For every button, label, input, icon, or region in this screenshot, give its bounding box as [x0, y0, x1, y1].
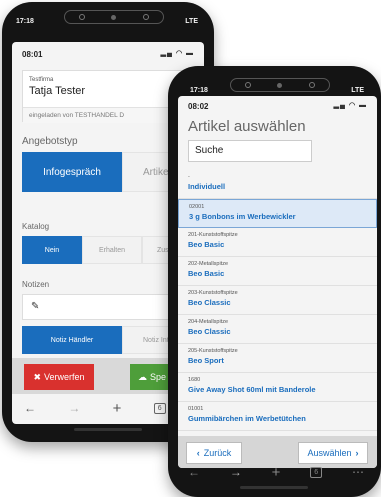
tabs-icon[interactable]: 6: [153, 402, 166, 414]
status-time: 08:02: [188, 102, 209, 111]
sensor-icon: [245, 82, 251, 88]
article-code: 203-Kunststoffspitze: [188, 290, 238, 296]
back-arrow-icon[interactable]: ←: [188, 465, 200, 479]
app-status-bar: 08:02 ▂▄ ◠ ▬: [178, 96, 377, 112]
cloud-upload-icon: ☁: [138, 371, 147, 382]
status-time: 08:01: [22, 50, 43, 59]
list-item[interactable]: 01001 Gummibärchen im Werbetütchen: [178, 402, 377, 431]
list-item[interactable]: 203-Kunststoffspitze Beo Classic: [178, 286, 377, 315]
catalog-label: Katalog: [22, 222, 50, 231]
camera-icon: [277, 83, 282, 88]
article-code: 02001: [189, 204, 205, 210]
offer-type-option-infogespraech[interactable]: Infogespräch: [22, 152, 122, 192]
article-code: 01001: [188, 406, 204, 412]
list-item[interactable]: 204-Metallspitze Beo Classic: [178, 315, 377, 344]
signal-wifi-battery-icon: ▂▄ ◠ ▬: [160, 50, 194, 57]
page-title: Artikel auswählen: [188, 118, 306, 135]
select-button[interactable]: Auswählen ›: [298, 442, 368, 464]
system-time: 17:18: [16, 18, 34, 25]
notes-label: Notizen: [22, 280, 50, 289]
phone-article-picker: 17:18 LTE 08:02 ▂▄ ◠ ▬ Artikel auswählen…: [168, 66, 381, 497]
discard-button[interactable]: ✖ Verwerfen: [24, 364, 94, 390]
sensor-icon: [143, 14, 149, 20]
home-indicator: [240, 486, 308, 489]
article-code: -: [188, 174, 190, 180]
article-name: Beo Sport: [188, 356, 224, 365]
forward-arrow-icon[interactable]: →: [230, 465, 242, 479]
chevron-left-icon: ‹: [196, 448, 200, 458]
browser-toolbar: ← → + 6 ⋯: [188, 464, 364, 481]
article-name: Beo Basic: [188, 240, 225, 249]
article-name: Beo Classic: [188, 327, 231, 336]
more-icon[interactable]: ⋯: [352, 465, 364, 479]
article-name: Beo Basic: [188, 269, 225, 278]
list-item[interactable]: 205-Kunststoffspitze Beo Sport: [178, 344, 377, 373]
article-code: 202-Metallspitze: [188, 261, 229, 267]
offer-type-label: Angebotstyp: [22, 136, 78, 147]
system-time: 17:18: [190, 87, 208, 94]
sensor-icon: [79, 14, 85, 20]
article-name: 3 g Bonbons im Werbewickler: [189, 212, 296, 221]
forward-arrow-icon[interactable]: →: [68, 401, 80, 415]
list-item[interactable]: 1680 Give Away Shot 60ml mit Banderole: [178, 373, 377, 402]
network-indicator: LTE: [351, 87, 364, 94]
home-indicator: [74, 428, 142, 431]
back-label: Zurück: [203, 448, 232, 458]
article-name: Beo Classic: [188, 298, 231, 307]
article-code: 204-Metallspitze: [188, 319, 229, 325]
network-indicator: LTE: [185, 18, 198, 25]
new-tab-icon[interactable]: +: [113, 400, 122, 417]
list-item-selected[interactable]: 02001 3 g Bonbons im Werbewickler: [178, 199, 377, 228]
article-code: 201-Kunststoffspitze: [188, 232, 238, 238]
catalog-option-erhalten[interactable]: Erhalten: [82, 236, 142, 264]
save-label: Spe: [150, 372, 167, 382]
catalog-option-nein[interactable]: Nein: [22, 236, 82, 264]
phone-notch: [64, 10, 164, 24]
notes-option-haendler[interactable]: Notiz Händler: [22, 326, 122, 354]
list-item[interactable]: - Individuell: [178, 170, 377, 199]
company-label: Testfirma: [29, 77, 54, 83]
customer-name: Tatja Tester: [29, 85, 86, 97]
article-list: - Individuell 02001 3 g Bonbons im Werbe…: [178, 170, 377, 431]
phone-notch: [230, 78, 330, 92]
chevron-right-icon: ›: [355, 448, 359, 458]
article-name: Gummibärchen im Werbetütchen: [188, 414, 306, 423]
article-name: Give Away Shot 60ml mit Banderole: [188, 385, 316, 394]
sensor-icon: [309, 82, 315, 88]
back-button[interactable]: ‹ Zurück: [186, 442, 242, 464]
article-code: 205-Kunststoffspitze: [188, 348, 238, 354]
pencil-icon: ✎: [31, 301, 40, 312]
article-name: Individuell: [188, 182, 226, 191]
close-icon: ✖: [33, 371, 41, 382]
app-status-bar: 08:01 ▂▄ ◠ ▬: [12, 42, 204, 66]
select-label: Auswählen: [307, 448, 352, 458]
discard-label: Verwerfen: [44, 372, 85, 382]
back-arrow-icon[interactable]: ←: [24, 401, 36, 415]
tabs-icon[interactable]: 6: [310, 466, 323, 478]
article-code: 1680: [188, 377, 201, 383]
list-item[interactable]: 202-Metallspitze Beo Basic: [178, 257, 377, 286]
camera-icon: [111, 15, 116, 20]
new-tab-icon[interactable]: +: [272, 464, 281, 481]
app-showcase: 17:18 LTE 08:01 ▂▄ ◠ ▬ Testfirma Tatja T…: [0, 0, 381, 497]
article-picker-screen: 08:02 ▂▄ ◠ ▬ Artikel auswählen Suche - I…: [178, 96, 377, 468]
signal-wifi-battery-icon: ▂▄ ◠ ▬: [333, 102, 367, 109]
search-input[interactable]: Suche: [188, 140, 312, 162]
list-item[interactable]: 201-Kunststoffspitze Beo Basic: [178, 228, 377, 257]
